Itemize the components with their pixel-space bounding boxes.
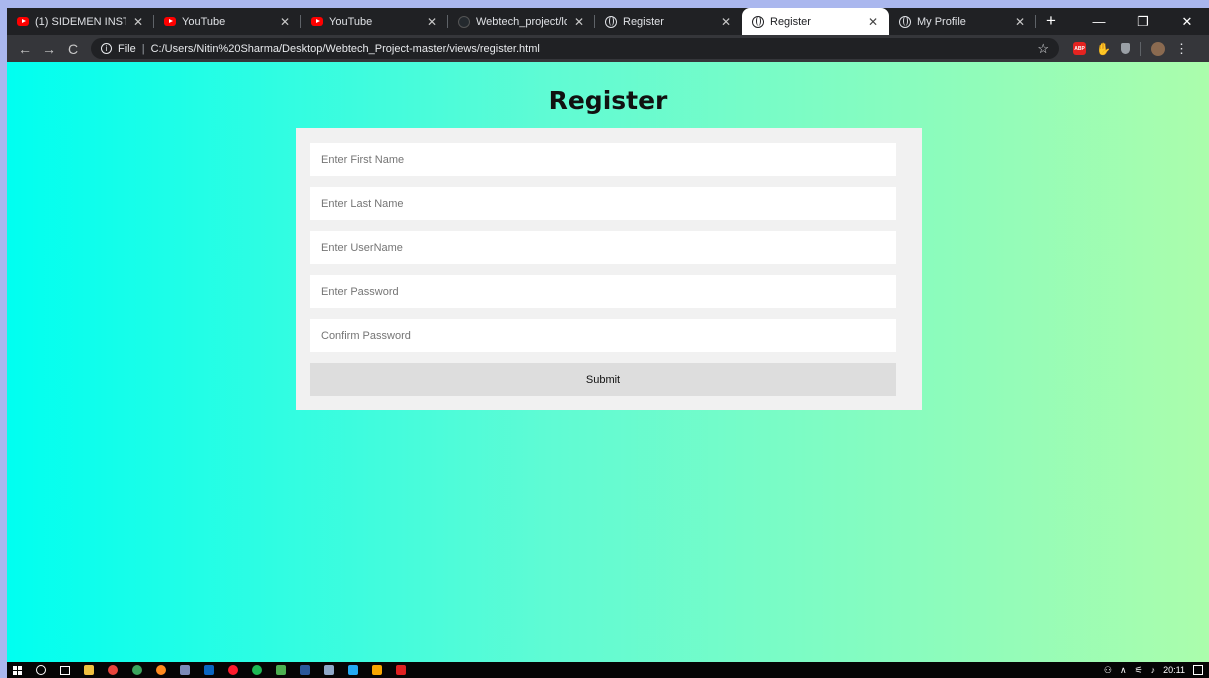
page-viewport: Register Submit — [7, 62, 1209, 662]
app-icon[interactable] — [180, 665, 190, 675]
tab-3[interactable]: YouTube ✕ — [301, 8, 448, 35]
back-arrow-icon[interactable]: ← — [13, 41, 37, 57]
reload-icon[interactable]: C — [61, 41, 85, 57]
username-input[interactable] — [310, 231, 896, 264]
tab-title: My Profile — [917, 15, 966, 28]
sublime-icon[interactable] — [372, 665, 382, 675]
hand-extension-icon[interactable]: ✋ — [1096, 42, 1111, 56]
url-text: C:/Users/Nitin%20Sharma/Desktop/Webtech_… — [150, 42, 540, 55]
youtube-icon — [164, 16, 176, 28]
people-icon[interactable]: ⚇ — [1104, 665, 1112, 676]
windows-start-icon[interactable] — [13, 665, 22, 675]
close-window-icon[interactable]: ✕ — [1165, 8, 1209, 35]
adblock-icon[interactable]: ABP — [1073, 42, 1086, 55]
youtube-icon — [311, 16, 323, 28]
os-taskbar: ⚇ ∧ ⚟ ♪ 20:11 — [7, 662, 1209, 678]
browser-toolbar: ← → C i File | C:/Users/Nitin%20Sharma/D… — [7, 35, 1209, 62]
close-icon[interactable]: ✕ — [426, 15, 438, 29]
chrome-icon[interactable] — [108, 665, 118, 675]
extension-area: ABP ✋ ⋮ — [1073, 41, 1188, 57]
close-icon[interactable]: ✕ — [573, 15, 585, 29]
last-name-input[interactable] — [310, 187, 896, 220]
spotify-icon[interactable] — [252, 665, 262, 675]
window-controls: — ❐ ✕ — [1077, 8, 1209, 35]
menu-kebab-icon[interactable]: ⋮ — [1175, 41, 1188, 57]
github-icon — [458, 15, 470, 28]
linkedin-icon[interactable] — [204, 665, 214, 675]
address-bar[interactable]: i File | C:/Users/Nitin%20Sharma/Desktop… — [91, 38, 1059, 59]
tab-5[interactable]: Register ✕ — [595, 8, 742, 35]
firefox-icon[interactable] — [156, 665, 166, 675]
task-view-icon[interactable] — [60, 665, 70, 675]
tab-title: Webtech_project/login — [476, 15, 567, 28]
word-icon[interactable] — [300, 665, 310, 675]
globe-icon — [899, 15, 911, 28]
tab-title: YouTube — [182, 15, 226, 28]
app-green-icon[interactable] — [132, 665, 142, 675]
youtube-icon — [17, 16, 29, 28]
tab-title: YouTube — [329, 15, 373, 28]
tab-7[interactable]: My Profile ✕ — [889, 8, 1036, 35]
confirm-password-input[interactable] — [310, 319, 896, 352]
screen: (1) SIDEMEN INSTAGRA ✕ YouTube ✕ YouTube… — [7, 8, 1209, 678]
opera-icon[interactable] — [228, 665, 238, 675]
close-icon[interactable]: ✕ — [132, 15, 144, 29]
clock[interactable]: 20:11 — [1163, 665, 1185, 675]
bookmark-star-icon[interactable]: ☆ — [1037, 41, 1049, 57]
first-name-input[interactable] — [310, 143, 896, 176]
submit-button[interactable]: Submit — [310, 363, 896, 396]
info-icon[interactable]: i — [101, 43, 112, 54]
new-tab-button[interactable]: + — [1036, 8, 1066, 35]
system-tray: ⚇ ∧ ⚟ ♪ 20:11 — [1104, 665, 1203, 676]
tab-strip: (1) SIDEMEN INSTAGRA ✕ YouTube ✕ YouTube… — [7, 8, 1209, 35]
notification-icon[interactable] — [1193, 665, 1203, 675]
close-icon[interactable]: ✕ — [867, 15, 879, 29]
minimize-icon[interactable]: — — [1077, 8, 1121, 35]
tab-4[interactable]: Webtech_project/login ✕ — [448, 8, 595, 35]
app-icon[interactable] — [276, 665, 286, 675]
shield-icon[interactable] — [1120, 43, 1130, 54]
globe-icon — [752, 15, 764, 28]
tab-title: Register — [623, 15, 664, 28]
forward-arrow-icon[interactable]: → — [37, 41, 61, 57]
globe-icon — [605, 15, 617, 28]
tab-title: Register — [770, 15, 811, 28]
tab-1[interactable]: (1) SIDEMEN INSTAGRA ✕ — [7, 8, 154, 35]
tab-2[interactable]: YouTube ✕ — [154, 8, 301, 35]
search-icon[interactable] — [36, 665, 46, 675]
pdf-reader-icon[interactable] — [396, 665, 406, 675]
file-explorer-icon[interactable] — [84, 665, 94, 675]
vscode-icon[interactable] — [348, 665, 358, 675]
tab-title: (1) SIDEMEN INSTAGRA — [35, 15, 126, 28]
close-icon[interactable]: ✕ — [279, 15, 291, 29]
network-icon[interactable]: ⚟ — [1135, 665, 1143, 676]
tab-6-active[interactable]: Register ✕ — [742, 8, 889, 35]
chevron-up-icon[interactable]: ∧ — [1120, 665, 1127, 676]
profile-avatar[interactable] — [1150, 41, 1165, 56]
volume-icon[interactable]: ♪ — [1151, 665, 1156, 675]
close-icon[interactable]: ✕ — [1014, 15, 1026, 29]
close-icon[interactable]: ✕ — [720, 15, 732, 29]
maximize-icon[interactable]: ❐ — [1121, 8, 1165, 35]
password-input[interactable] — [310, 275, 896, 308]
scheme-label: File — [118, 42, 136, 55]
register-form: Submit — [296, 128, 922, 410]
app-icon[interactable] — [324, 665, 334, 675]
page-title: Register — [548, 86, 668, 115]
